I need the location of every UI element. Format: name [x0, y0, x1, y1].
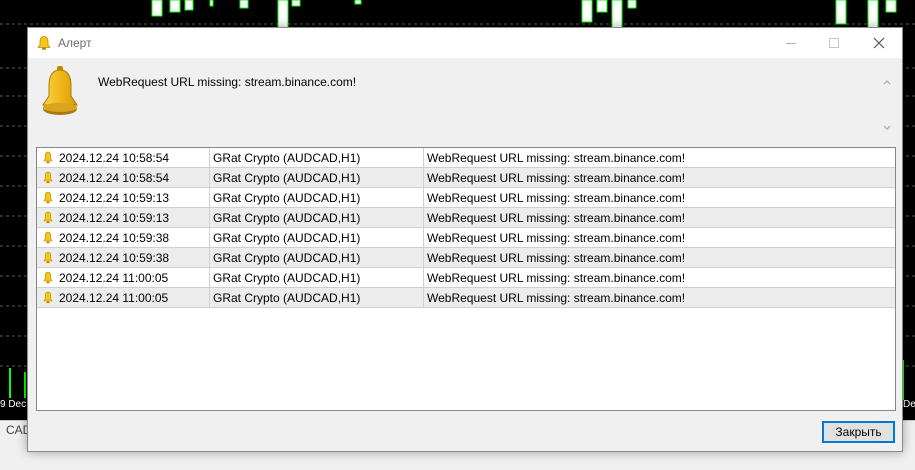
alert-source: GRat Crypto (AUDCAD,H1): [209, 208, 423, 228]
alert-source: GRat Crypto (AUDCAD,H1): [209, 148, 423, 168]
alert-time: 2024.12.24 10:58:54: [59, 151, 170, 165]
alert-source: GRat Crypto (AUDCAD,H1): [209, 168, 423, 188]
alert-row[interactable]: 2024.12.24 10:58:54 GRat Crypto (AUDCAD,H…: [37, 148, 895, 168]
candle: [885, 0, 897, 13]
alert-row-message: WebRequest URL missing: stream.binance.c…: [423, 148, 895, 168]
candle: [239, 0, 249, 9]
bell-icon: [42, 66, 78, 115]
dialog-title: Алерт: [58, 36, 92, 50]
alert-row-message: WebRequest URL missing: stream.binance.c…: [423, 228, 895, 248]
message-area: WebRequest URL missing: stream.binance.c…: [28, 58, 902, 144]
minimize-icon: [786, 43, 796, 44]
chart-date-label-right: De: [903, 399, 915, 410]
chevron-down-icon: [883, 125, 891, 130]
alert-row[interactable]: 2024.12.24 11:00:05 GRat Crypto (AUDCAD,H…: [37, 268, 895, 288]
alert-time: 2024.12.24 10:59:38: [59, 231, 170, 245]
alert-row[interactable]: 2024.12.24 10:59:13 GRat Crypto (AUDCAD,H…: [37, 188, 895, 208]
candle: [169, 0, 181, 13]
candle: [627, 0, 637, 9]
alert-time: 2024.12.24 11:00:05: [59, 291, 169, 305]
maximize-icon: [829, 38, 839, 48]
alert-source: GRat Crypto (AUDCAD,H1): [209, 248, 423, 268]
bell-icon: [37, 36, 51, 50]
alert-row-message: WebRequest URL missing: stream.binance.c…: [423, 208, 895, 228]
maximize-button[interactable]: [814, 28, 854, 58]
candle: [151, 0, 163, 17]
alert-time: 2024.12.24 10:58:54: [59, 171, 170, 185]
alert-row[interactable]: 2024.12.24 10:59:38 GRat Crypto (AUDCAD,H…: [37, 228, 895, 248]
alert-source: GRat Crypto (AUDCAD,H1): [209, 268, 423, 288]
alert-time: 2024.12.24 10:59:38: [59, 251, 170, 265]
alert-dialog: Алерт WebRequest URL missing: stream.bin…: [27, 27, 903, 452]
candle: [184, 0, 194, 11]
alert-time: 2024.12.24 10:59:13: [59, 211, 170, 225]
alert-time: 2024.12.24 10:59:13: [59, 191, 170, 205]
alert-source: GRat Crypto (AUDCAD,H1): [209, 188, 423, 208]
message-scrollbar[interactable]: [881, 74, 893, 136]
alert-row[interactable]: 2024.12.24 10:59:38 GRat Crypto (AUDCAD,H…: [37, 248, 895, 268]
alert-row-message: WebRequest URL missing: stream.binance.c…: [423, 248, 895, 268]
close-icon: [873, 37, 885, 49]
alert-source: GRat Crypto (AUDCAD,H1): [209, 228, 423, 248]
minimize-button[interactable]: [771, 28, 811, 58]
alert-source: GRat Crypto (AUDCAD,H1): [209, 288, 423, 308]
alert-row-message: WebRequest URL missing: stream.binance.c…: [423, 168, 895, 188]
alert-row[interactable]: 2024.12.24 10:59:13 GRat Crypto (AUDCAD,H…: [37, 208, 895, 228]
candle: [596, 0, 608, 13]
alert-row-message: WebRequest URL missing: stream.binance.c…: [423, 288, 895, 308]
alert-row-message: WebRequest URL missing: stream.binance.c…: [423, 268, 895, 288]
alert-row[interactable]: 2024.12.24 10:58:54 GRat Crypto (AUDCAD,H…: [37, 168, 895, 188]
alert-list[interactable]: 2024.12.24 10:58:54 GRat Crypto (AUDCAD,H…: [36, 147, 896, 411]
dialog-titlebar[interactable]: Алерт: [28, 28, 902, 58]
alert-row-message: WebRequest URL missing: stream.binance.c…: [423, 188, 895, 208]
alert-time: 2024.12.24 11:00:05: [59, 271, 169, 285]
candle: [209, 0, 214, 7]
candle: [581, 0, 593, 23]
candle: [867, 0, 879, 31]
close-button[interactable]: Закрыть: [822, 421, 895, 443]
chevron-up-icon: [883, 80, 891, 85]
alert-message: WebRequest URL missing: stream.binance.c…: [98, 75, 357, 89]
candle: [835, 0, 847, 25]
candle: [277, 0, 289, 29]
candle: [354, 0, 362, 5]
chart-date-label: 9 Dec: [0, 399, 27, 410]
candle: [611, 0, 623, 31]
close-window-button[interactable]: [859, 28, 899, 58]
alert-row[interactable]: 2024.12.24 11:00:05 GRat Crypto (AUDCAD,H…: [37, 288, 895, 308]
candle: [291, 0, 301, 7]
